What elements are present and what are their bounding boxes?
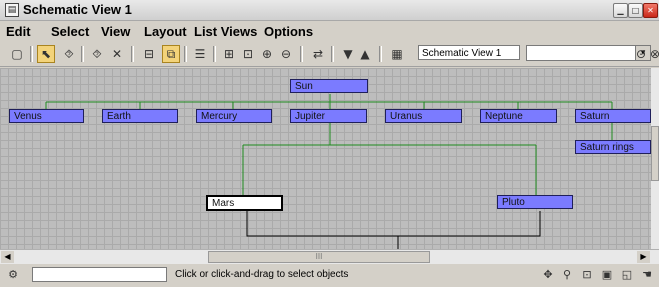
expand-triangle-icon[interactable] xyxy=(385,109,393,110)
arrange-selected-icon[interactable]: ⊞ xyxy=(220,45,238,63)
menu-view[interactable]: View xyxy=(101,24,130,39)
toolbar-separator xyxy=(213,46,216,62)
references-mode-icon[interactable]: ⧉ xyxy=(162,45,180,63)
expand-triangle-icon[interactable] xyxy=(480,109,488,110)
expand-triangle-icon[interactable] xyxy=(196,109,204,110)
menu-list-views[interactable]: List Views xyxy=(194,24,257,39)
zoom-extents-selected-icon[interactable]: ◱ xyxy=(619,267,635,283)
toolbar-separator xyxy=(300,46,303,62)
node-label: Earth xyxy=(107,111,131,122)
arrange-children-icon[interactable]: ☰ xyxy=(191,45,209,63)
title-bar[interactable]: ▤ Schematic View 1 ▁ □ ✕ xyxy=(0,0,659,21)
node-label: Pluto xyxy=(502,197,525,208)
zoom-icon[interactable]: ⚲ xyxy=(559,267,575,283)
node-label: Saturn xyxy=(580,111,610,122)
node-label: Sun xyxy=(295,81,313,92)
unlink-icon[interactable]: ⯑ xyxy=(88,45,106,63)
toolbar-separator xyxy=(131,46,134,62)
node-sun[interactable]: Sun xyxy=(290,79,368,93)
node-mercury[interactable]: Mercury xyxy=(196,109,272,123)
maximize-button[interactable]: □ xyxy=(628,3,643,18)
schematic-app-icon: ▤ xyxy=(5,3,19,17)
display-floater-icon[interactable]: ▢ xyxy=(8,45,26,63)
node-saturn[interactable]: Saturn xyxy=(575,109,651,123)
scroll-left-icon[interactable]: ◀ xyxy=(1,251,14,263)
go-to-children-icon[interactable]: ▼ xyxy=(339,45,357,63)
node-label: Venus xyxy=(14,111,42,122)
expand-triangle-icon[interactable] xyxy=(102,109,110,110)
node-earth[interactable]: Earth xyxy=(102,109,178,123)
bookmark-zoom-icon[interactable]: ⊙ xyxy=(635,45,647,63)
expand-triangle-icon[interactable] xyxy=(575,140,583,141)
expand-selected-icon[interactable]: ⊕ xyxy=(258,45,276,63)
menu-edit[interactable]: Edit xyxy=(6,24,31,39)
expand-triangle-icon[interactable] xyxy=(9,109,17,110)
select-arrow-icon[interactable]: ⬉ xyxy=(37,45,55,63)
horizontal-scrollbar[interactable]: ◀ III ▶ xyxy=(0,249,659,264)
schematic-view-window: ▤ Schematic View 1 ▁ □ ✕ Edit Select Vie… xyxy=(0,0,659,287)
node-label: Neptune xyxy=(485,111,523,122)
delete-icon[interactable]: ✕ xyxy=(108,45,126,63)
go-to-parent-icon[interactable]: ▲ xyxy=(356,45,374,63)
toolbar-separator xyxy=(30,46,33,62)
vertical-scrollbar[interactable] xyxy=(651,68,659,249)
expand-triangle-icon[interactable] xyxy=(290,109,298,110)
free-all-icon[interactable]: ⊡ xyxy=(239,45,257,63)
node-venus[interactable]: Venus xyxy=(9,109,84,123)
reference-link-mars-pluto xyxy=(246,211,541,237)
minimize-button[interactable]: ▁ xyxy=(613,3,628,18)
node-label: Mercury xyxy=(201,111,238,122)
menu-layout[interactable]: Layout xyxy=(144,24,187,39)
node-label: Mars xyxy=(212,198,235,209)
close-button[interactable]: ✕ xyxy=(643,3,658,18)
bookmark-dropdown[interactable]: ▾ xyxy=(526,45,651,61)
node-saturn-rings[interactable]: Saturn rings xyxy=(575,140,651,154)
bookmark-icon[interactable]: ▦ xyxy=(388,45,406,63)
node-jupiter[interactable]: Jupiter xyxy=(290,109,367,123)
delete-bookmark-icon[interactable]: ⊗ xyxy=(649,45,659,63)
node-neptune[interactable]: Neptune xyxy=(480,109,557,123)
status-bar: ⚙ Click or click-and-drag to select obje… xyxy=(0,264,659,287)
node-label: Uranus xyxy=(390,111,423,122)
toolbar-separator xyxy=(81,46,84,62)
collapse-selected-icon[interactable]: ⊖ xyxy=(277,45,295,63)
expand-triangle-icon[interactable] xyxy=(575,109,583,110)
pan-icon[interactable]: ✥ xyxy=(540,267,556,283)
toolbar-separator xyxy=(379,46,382,62)
status-message: Click or click-and-drag to select object… xyxy=(175,269,349,280)
zoom-extents-icon[interactable]: ▣ xyxy=(599,267,615,283)
node-label: Jupiter xyxy=(295,111,326,122)
expand-triangle-icon[interactable] xyxy=(497,195,505,196)
toolbar: ▢ ⬉ ⯑ ⯑ ✕ ⊟ ⧉ ☰ ⊞ ⊡ ⊕ ⊖ ⇄ ▼ ▲ ▦ Schemati… xyxy=(0,42,659,67)
schematic-canvas[interactable]: Sun Venus Earth Mercury Jupiter Uranus N… xyxy=(0,68,651,249)
vertical-scroll-thumb[interactable] xyxy=(651,126,659,181)
menu-options[interactable]: Options xyxy=(264,24,313,39)
node-mars[interactable]: Mars xyxy=(206,195,283,211)
node-pluto[interactable]: Pluto xyxy=(497,195,573,209)
hierarchy-mode-icon[interactable]: ⊟ xyxy=(140,45,158,63)
expand-triangle-icon[interactable] xyxy=(207,195,215,197)
scroll-right-icon[interactable]: ▶ xyxy=(637,251,650,263)
window-title: Schematic View 1 xyxy=(23,2,132,17)
connect-icon[interactable]: ⯑ xyxy=(60,45,78,63)
preferences-icon[interactable]: ⇄ xyxy=(309,45,327,63)
node-label: Saturn rings xyxy=(580,142,634,153)
zoom-region-icon[interactable]: ⊡ xyxy=(579,267,595,283)
horizontal-scroll-thumb[interactable]: III xyxy=(208,251,430,263)
menu-select[interactable]: Select xyxy=(51,24,89,39)
hierarchy-links xyxy=(45,94,613,249)
node-uranus[interactable]: Uranus xyxy=(385,109,462,123)
menu-bar: Edit Select View Layout List Views Optio… xyxy=(0,21,659,41)
toolbar-separator xyxy=(331,46,334,62)
schematic-name-field[interactable]: Schematic View 1 xyxy=(418,45,520,60)
toolbar-separator xyxy=(184,46,187,62)
status-prompt-field[interactable] xyxy=(32,267,167,282)
pan-hand-icon[interactable]: ☚ xyxy=(639,267,655,283)
tools-icon[interactable]: ⚙ xyxy=(6,268,20,282)
